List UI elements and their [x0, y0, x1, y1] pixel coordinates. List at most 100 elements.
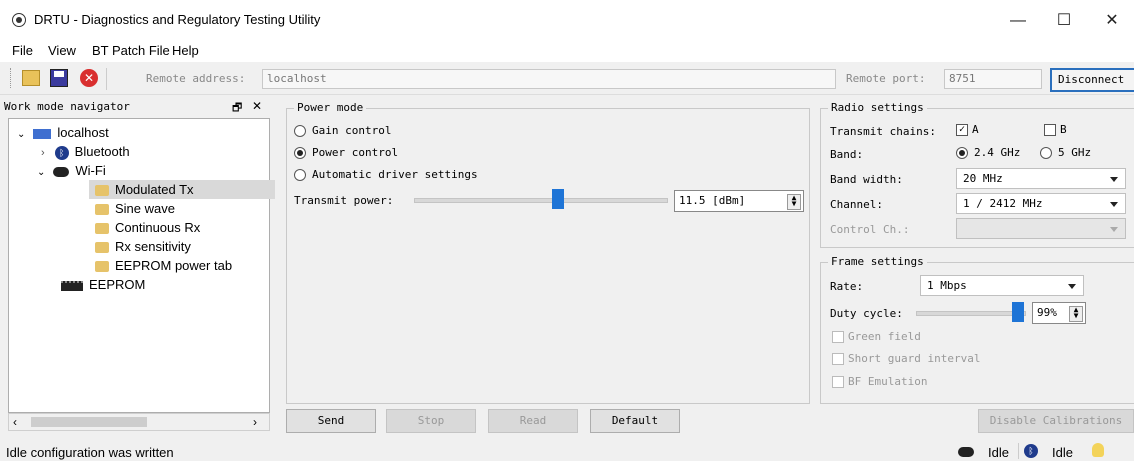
chain-b-checkbox[interactable]: B — [1044, 123, 1067, 136]
menu-bt-patch-file[interactable]: BT Patch File — [92, 43, 170, 58]
open-icon[interactable] — [22, 70, 40, 86]
duty-cycle-spinbox[interactable]: 99% ▲ ▼ — [1032, 302, 1086, 324]
dropdown-arrow-icon — [1110, 177, 1118, 182]
spinbox-value: 11.5 [dBm] — [679, 194, 746, 207]
spin-arrows-icon[interactable]: ▲ ▼ — [787, 194, 801, 210]
disconnect-button[interactable]: Disconnect — [1050, 68, 1134, 92]
remote-address-input[interactable]: localhost — [262, 69, 836, 89]
chain-a-checkbox[interactable]: ✓ A — [956, 123, 979, 136]
expand-icon[interactable]: › — [41, 147, 45, 159]
minimize-button[interactable]: — — [998, 8, 1038, 34]
remote-address-label: Remote address: — [146, 72, 246, 85]
navigator-float-icon[interactable]: 🗗 — [232, 99, 242, 118]
transmit-chains-label: Transmit chains: — [830, 125, 936, 138]
folder-icon — [95, 261, 109, 273]
radio-automatic-driver-settings[interactable]: Automatic driver settings — [294, 168, 478, 181]
bandwidth-select[interactable]: 20 MHz — [956, 168, 1126, 189]
disable-calibrations-button[interactable]: Disable Calibrations — [978, 409, 1134, 433]
radio-gain-control[interactable]: Gain control — [294, 124, 391, 137]
radio-band-5ghz[interactable]: 5 GHz — [1040, 146, 1091, 159]
transmit-power-spinbox[interactable]: 11.5 [dBm] ▲ ▼ — [674, 190, 804, 212]
dropdown-arrow-icon — [1110, 202, 1118, 207]
menu-help[interactable]: Help — [172, 43, 199, 58]
tree-item-rx-sensitivity[interactable]: Rx sensitivity — [95, 237, 191, 256]
collapse-icon[interactable]: ⌄ — [37, 167, 45, 178]
tree-item-bluetooth[interactable]: › ᛒ Bluetooth — [41, 142, 130, 161]
collapse-icon[interactable]: ⌄ — [17, 129, 25, 140]
bluetooth-status-icon: ᛒ — [1024, 444, 1038, 458]
tree-item-eeprom-power-tab[interactable]: EEPROM power tab — [95, 256, 263, 275]
checkbox-label: B — [1060, 123, 1067, 136]
power-mode-legend: Power mode — [294, 101, 367, 114]
folder-icon — [95, 242, 109, 254]
bluetooth-icon: ᛒ — [54, 145, 69, 160]
radio-band-2-4ghz[interactable]: 2.4 GHz — [956, 146, 1020, 159]
channel-select[interactable]: 1 / 2412 MHz — [956, 193, 1126, 214]
scroll-left-icon[interactable]: ‹ — [13, 415, 17, 429]
send-button[interactable]: Send — [286, 409, 376, 433]
maximize-button[interactable]: ☐ — [1044, 8, 1084, 34]
remote-port-label: Remote port: — [846, 72, 926, 85]
tree-item-localhost[interactable]: ⌄ localhost — [17, 123, 109, 142]
dropdown-arrow-icon — [1068, 284, 1076, 289]
save-icon[interactable] — [50, 69, 68, 87]
channel-label: Channel: — [830, 198, 883, 211]
transmit-power-label: Transmit power: — [294, 194, 394, 207]
menu-view[interactable]: View — [48, 43, 76, 58]
wifi-status-icon — [958, 447, 974, 457]
folder-icon — [95, 204, 109, 216]
network-icon — [33, 128, 52, 139]
tree-label: Sine wave — [115, 201, 175, 216]
tree-item-eeprom[interactable]: EEPROM — [61, 275, 145, 294]
spin-arrows-icon[interactable]: ▲ ▼ — [1069, 306, 1083, 322]
tree-item-wifi[interactable]: ⌄ Wi-Fi — [37, 161, 106, 180]
duty-cycle-slider-thumb[interactable] — [1012, 302, 1024, 322]
read-button[interactable]: Read — [488, 409, 578, 433]
close-button[interactable]: ✕ — [1092, 8, 1132, 34]
app-icon — [12, 13, 26, 27]
rate-select[interactable]: 1 Mbps — [920, 275, 1084, 296]
stop-button[interactable]: Stop — [386, 409, 476, 433]
default-button[interactable]: Default — [590, 409, 680, 433]
stop-icon[interactable]: ✕ — [80, 69, 98, 87]
duty-cycle-label: Duty cycle: — [830, 307, 903, 320]
checkbox-box[interactable] — [1044, 124, 1056, 136]
folder-icon — [95, 185, 109, 197]
tree-item-sine-wave[interactable]: Sine wave — [95, 199, 175, 218]
tree-item-modulated-tx[interactable]: Modulated Tx — [89, 180, 275, 199]
tree-label: Continuous Rx — [115, 220, 201, 235]
radio-settings-legend: Radio settings — [828, 101, 927, 114]
checkbox-label: Short guard interval — [848, 352, 981, 365]
navigator-header: Work mode navigator 🗗 ✕ — [0, 98, 270, 116]
status-separator — [1018, 443, 1019, 459]
radio-power-control[interactable]: Power control — [294, 146, 398, 159]
band-label: Band: — [830, 148, 864, 161]
radio-button[interactable] — [294, 125, 306, 137]
menu-bar: File View BT Patch File Help — [0, 40, 1134, 62]
radio-button[interactable] — [294, 147, 306, 159]
wifi-icon — [53, 166, 70, 177]
checkbox-label: BF Emulation — [848, 375, 928, 388]
tree-label: EEPROM — [89, 277, 146, 292]
tree-horizontal-scrollbar[interactable]: ‹ › — [8, 413, 270, 431]
status-message: Idle configuration was written — [6, 445, 174, 460]
scroll-thumb[interactable] — [31, 417, 147, 427]
duty-cycle-slider-track[interactable] — [916, 311, 1026, 316]
radio-button[interactable] — [1040, 147, 1052, 159]
navigator-close-icon[interactable]: ✕ — [252, 99, 262, 113]
short-guard-interval-checkbox: Short guard interval — [832, 352, 980, 365]
tree-item-continuous-rx[interactable]: Continuous Rx — [95, 218, 200, 237]
scroll-right-icon[interactable]: › — [253, 415, 257, 429]
select-value: 20 MHz — [963, 172, 1003, 185]
folder-icon — [95, 223, 109, 235]
checkbox-box[interactable]: ✓ — [956, 124, 968, 136]
transmit-power-slider-thumb[interactable] — [552, 189, 564, 209]
remote-port-input[interactable]: 8751 — [944, 69, 1042, 89]
tree-label: localhost — [57, 125, 109, 140]
tree-label: Modulated Tx — [115, 182, 194, 197]
transmit-power-slider-track[interactable] — [414, 198, 668, 203]
radio-button[interactable] — [956, 147, 968, 159]
title-bar: DRTU - Diagnostics and Regulatory Testin… — [0, 0, 1134, 40]
radio-button[interactable] — [294, 169, 306, 181]
menu-file[interactable]: File — [12, 43, 33, 58]
